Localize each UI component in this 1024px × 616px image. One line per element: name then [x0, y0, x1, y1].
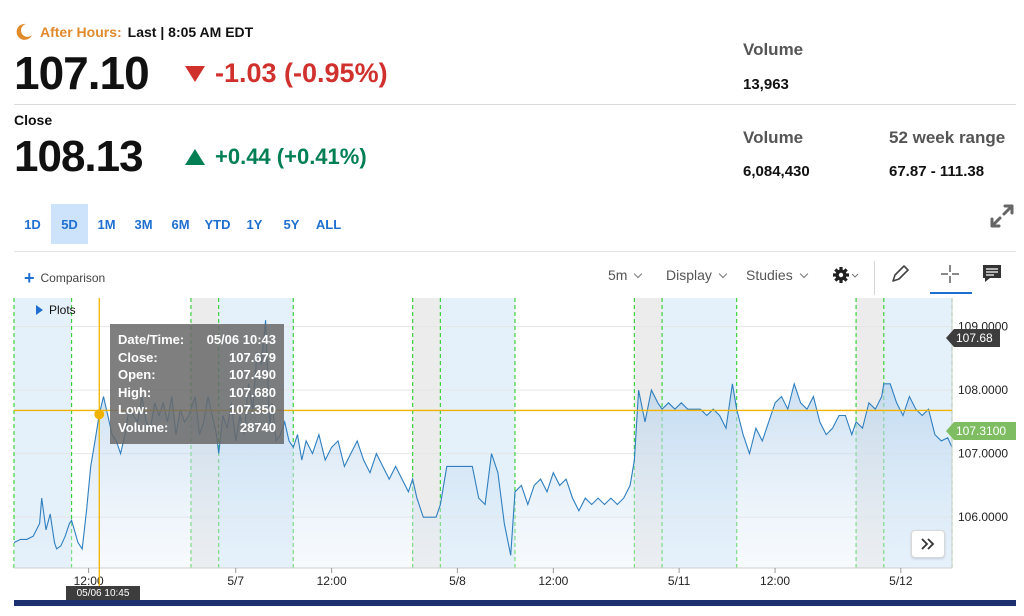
crosshair-marker — [94, 409, 105, 420]
tooltip-row: Date/Time: 05/06 10:43 — [118, 332, 276, 347]
plots-label: Plots — [49, 303, 76, 317]
tooltip-row: Open: 107.490 — [118, 367, 276, 382]
x-tick-label: 12:00 — [538, 574, 568, 588]
bottom-bar — [14, 600, 1016, 606]
play-icon — [36, 305, 43, 315]
studies-label: Studies — [746, 267, 793, 283]
down-arrow-icon — [185, 65, 205, 82]
chevron-down-icon — [634, 269, 643, 278]
after-hours-change-value: -1.03 (-0.95%) — [215, 58, 388, 88]
toolbar-divider — [14, 251, 1016, 252]
tab-all[interactable]: ALL — [310, 204, 347, 244]
x-tick-label: 12:00 — [760, 574, 790, 588]
chevron-down-icon — [718, 269, 728, 278]
pencil-icon[interactable] — [888, 262, 912, 286]
plus-icon: + — [24, 268, 35, 288]
y-tick-label: 108.0000 — [958, 383, 1008, 397]
tab-ytd[interactable]: YTD — [199, 204, 236, 244]
y-tick-label: 106.0000 — [958, 510, 1008, 524]
tooltip-row: High: 107.680 — [118, 384, 276, 400]
close-change: +0.44 (+0.41%) — [185, 144, 367, 170]
settings-dropdown[interactable] — [832, 266, 860, 289]
tab-1m[interactable]: 1M — [88, 204, 125, 244]
plots-toggle[interactable]: Plots — [36, 303, 76, 317]
after-hours-label: After Hours: — [40, 24, 122, 40]
double-chevron-right-icon — [921, 538, 935, 550]
interval-label: 5m — [608, 267, 628, 283]
chevron-down-icon — [799, 269, 808, 278]
volume-value: 6,084,430 — [743, 163, 810, 180]
scroll-right-button[interactable] — [911, 530, 945, 558]
tab-1d[interactable]: 1D — [14, 204, 51, 244]
last-price-badge: 107.3100 — [946, 422, 1016, 440]
after-hours-time: Last | 8:05 AM EDT — [127, 24, 254, 40]
close-change-value: +0.44 (+0.41%) — [215, 144, 367, 169]
crosshair-price-badge: 107.68 — [946, 329, 1000, 347]
interval-dropdown[interactable]: 5m — [608, 267, 643, 283]
close-label: Close — [14, 112, 53, 128]
x-tick-label: 5/11 — [668, 574, 691, 588]
comparison-label: Comparison — [40, 271, 106, 285]
tab-1y[interactable]: 1Y — [236, 204, 273, 244]
x-tick-label: 12:00 — [317, 574, 347, 588]
tooltip-row: Volume: 28740 — [118, 419, 276, 435]
header-divider — [14, 104, 1016, 105]
after-hours-change: -1.03 (-0.95%) — [185, 58, 388, 89]
ah-volume-label: Volume — [743, 40, 804, 59]
expand-icon[interactable] — [988, 202, 1016, 230]
x-tick-label: 5/8 — [449, 574, 466, 588]
gear-icon — [833, 267, 859, 283]
comparison-button[interactable]: + Comparison — [24, 268, 106, 288]
tab-3m[interactable]: 3M — [125, 204, 162, 244]
volume-label: Volume — [743, 128, 804, 147]
after-hours-row: After Hours: Last | 8:05 AM EDT — [14, 22, 253, 42]
cursor-date-badge: 05/06 10:45 — [66, 586, 140, 601]
y-tick-label: 107.0000 — [958, 447, 1008, 461]
range-tabs: 1D 5D 1M 3M 6M YTD 1Y 5Y ALL — [14, 204, 347, 244]
up-arrow-icon — [185, 149, 205, 165]
x-tick-label: 5/12 — [889, 574, 913, 588]
comment-icon[interactable] — [980, 262, 1004, 286]
range-label: 52 week range — [889, 128, 1006, 147]
tab-6m[interactable]: 6M — [162, 204, 199, 244]
studies-dropdown[interactable]: Studies — [746, 267, 808, 283]
toolbar-separator — [874, 261, 875, 295]
range-value: 67.87 - 111.38 — [889, 163, 985, 180]
tab-5d[interactable]: 5D — [51, 204, 88, 244]
tooltip-row: Low: 107.350 — [118, 402, 276, 417]
close-price: 108.13 — [14, 132, 144, 181]
after-hours-price: 107.10 — [14, 47, 150, 99]
moon-icon — [16, 23, 32, 40]
data-tooltip: Date/Time: 05/06 10:43 Close: 107.679 Open… — [110, 324, 284, 444]
crosshair-icon[interactable] — [938, 262, 962, 286]
display-dropdown[interactable]: Display — [666, 267, 728, 283]
x-tick-label: 5/7 — [227, 574, 244, 588]
crosshair-active-indicator — [930, 292, 972, 294]
display-label: Display — [666, 267, 712, 283]
tab-5y[interactable]: 5Y — [273, 204, 310, 244]
ah-volume-value: 13,963 — [743, 76, 789, 93]
tooltip-row: Close: 107.679 — [118, 349, 276, 365]
